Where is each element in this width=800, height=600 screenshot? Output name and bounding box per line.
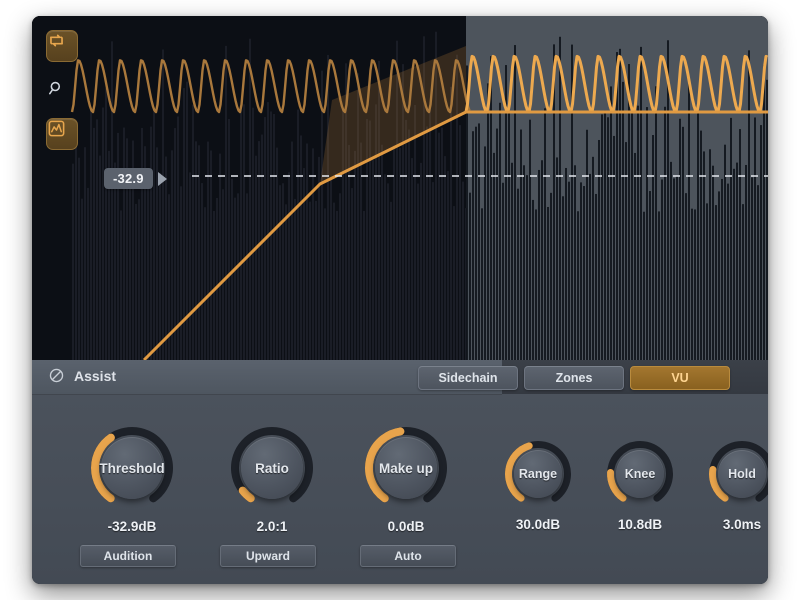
waveform-icon: [48, 120, 65, 137]
knob-ratio-face[interactable]: Ratio: [241, 437, 303, 499]
knob-threshold-value: -32.9dB: [107, 519, 157, 534]
knob-hold-value: 3.0ms: [722, 517, 762, 532]
knob-threshold-dial[interactable]: Threshold: [90, 426, 174, 510]
knob-range-label: Range: [518, 467, 558, 481]
knob-knee-label: Knee: [624, 467, 656, 481]
control-panel: Assist Sidechain Zones VU Threshold -32.…: [32, 360, 768, 584]
waveform-tool-button[interactable]: [46, 118, 78, 150]
assist-control[interactable]: Assist: [48, 367, 116, 384]
loop-icon: [50, 34, 63, 47]
knob-hold-face[interactable]: Hold: [718, 450, 766, 498]
knob-threshold-label: Threshold: [99, 460, 165, 476]
audition-button[interactable]: Audition: [80, 545, 176, 567]
knob-ratio[interactable]: Ratio 2.0:1: [230, 426, 314, 534]
knob-ratio-label: Ratio: [255, 460, 289, 476]
tab-sidechain[interactable]: Sidechain: [418, 366, 518, 390]
plugin-window: -32.9 Assist Sidechain Zones VU Threshol…: [32, 16, 768, 584]
circle-slash-icon: [49, 368, 64, 383]
knob-ratio-value: 2.0:1: [256, 519, 288, 534]
threshold-marker[interactable]: -32.9: [104, 168, 167, 189]
waveform-graph[interactable]: -32.9: [32, 16, 768, 360]
knob-makeup-dial[interactable]: Make up: [364, 426, 448, 510]
auto-button[interactable]: Auto: [360, 545, 456, 567]
knob-makeup-face[interactable]: Make up: [375, 437, 437, 499]
knob-range-value: 30.0dB: [515, 517, 561, 532]
knob-knee[interactable]: Knee 10.8dB: [606, 440, 674, 532]
display-tabs: Sidechain Zones VU: [418, 366, 730, 390]
knob-knee-value: 10.8dB: [617, 517, 663, 532]
knob-hold-label: Hold: [728, 467, 756, 481]
knob-knee-face[interactable]: Knee: [616, 450, 664, 498]
knob-range-face[interactable]: Range: [514, 450, 562, 498]
knob-threshold-face[interactable]: Threshold: [99, 437, 165, 499]
knob-hold-dial[interactable]: Hold: [708, 440, 768, 508]
knob-makeup-label: Make up: [378, 460, 433, 476]
loop-tool-button[interactable]: [46, 30, 78, 62]
knob-threshold[interactable]: Threshold -32.9dB: [90, 426, 174, 534]
threshold-value-pill[interactable]: -32.9: [104, 168, 153, 189]
tab-zones[interactable]: Zones: [524, 366, 624, 390]
knob-knee-dial[interactable]: Knee: [606, 440, 674, 508]
upward-button[interactable]: Upward: [220, 545, 316, 567]
knob-ratio-dial[interactable]: Ratio: [230, 426, 314, 510]
magnifier-icon: [48, 81, 61, 95]
knob-range-dial[interactable]: Range: [504, 440, 572, 508]
knob-makeup-value: 0.0dB: [387, 519, 425, 534]
knob-hold[interactable]: Hold 3.0ms: [708, 440, 768, 532]
tab-vu[interactable]: VU: [630, 366, 730, 390]
knob-makeup[interactable]: Make up 0.0dB: [364, 426, 448, 534]
triangle-right-icon: [157, 171, 167, 186]
zoom-tool-button[interactable]: [46, 78, 78, 110]
assist-label: Assist: [74, 367, 117, 384]
knob-range[interactable]: Range 30.0dB: [504, 440, 572, 532]
